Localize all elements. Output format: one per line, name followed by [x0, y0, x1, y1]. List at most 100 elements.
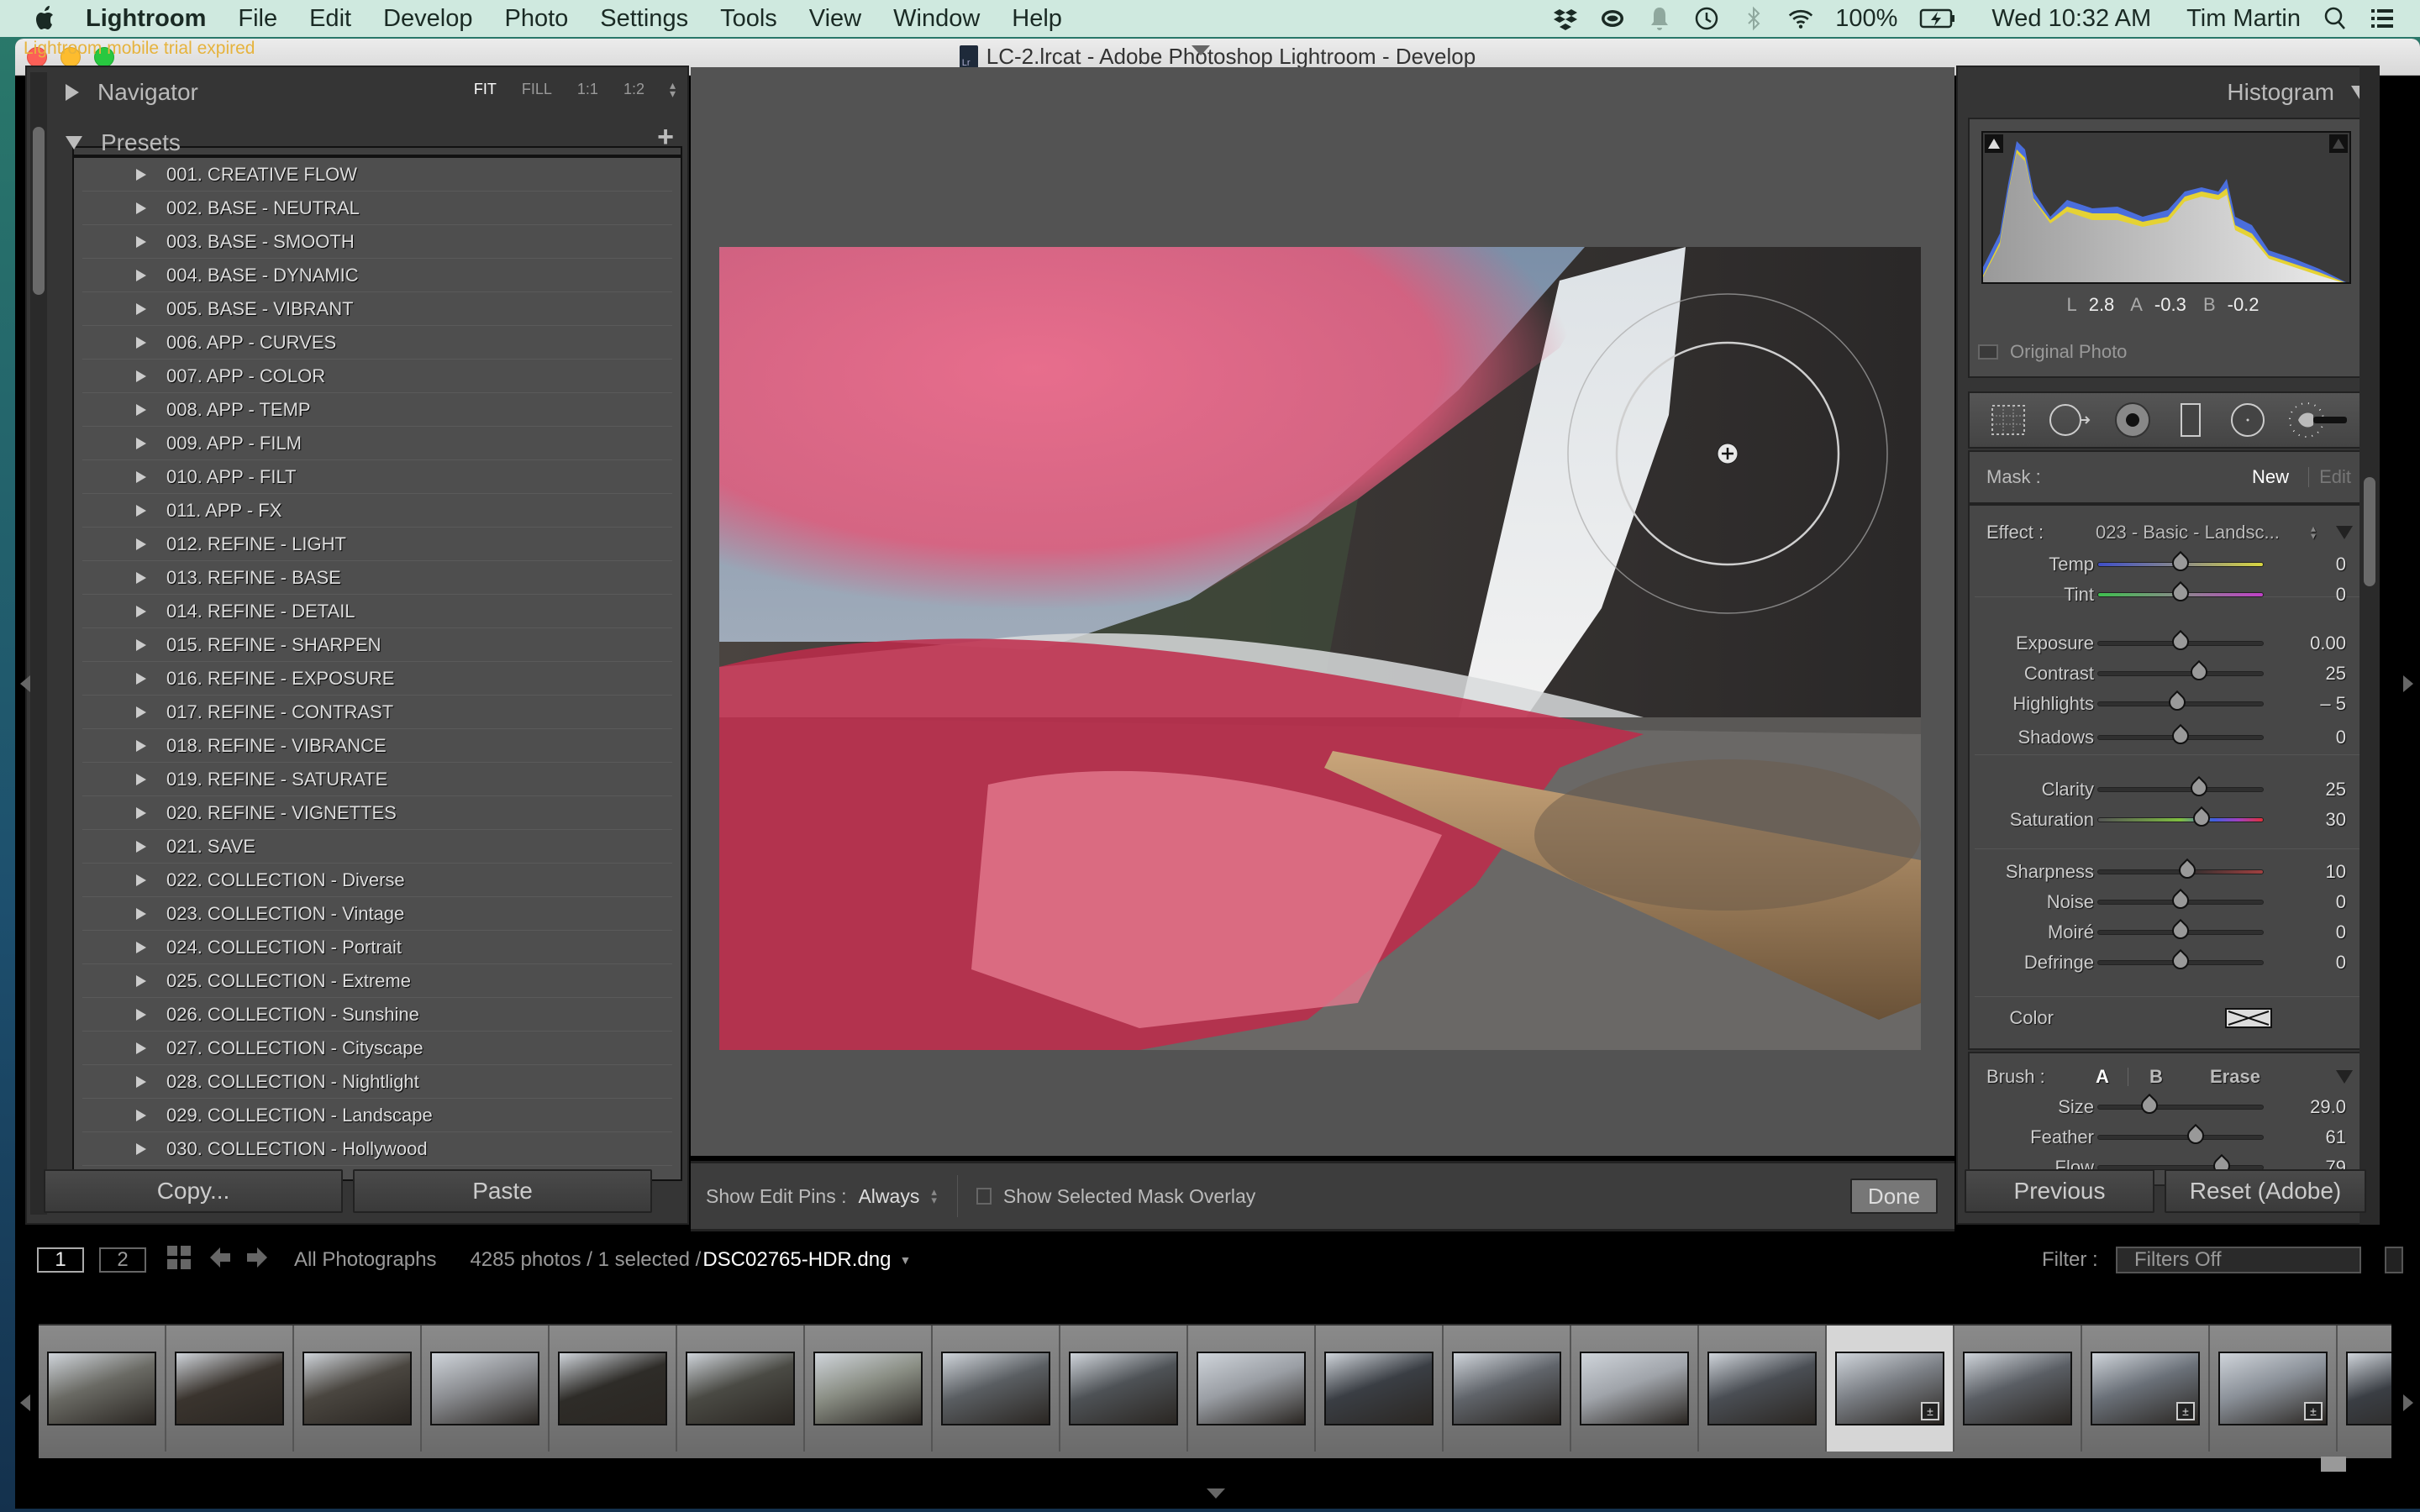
notification-center-icon[interactable]: [2370, 6, 2395, 31]
slider-value[interactable]: – 5: [2320, 693, 2346, 715]
expand-triangle-icon[interactable]: [136, 706, 146, 718]
bottom-panel-toggle-icon[interactable]: [1207, 1488, 1225, 1499]
histogram-graph[interactable]: [1981, 131, 2351, 284]
slider-track[interactable]: [2097, 1093, 2264, 1118]
slider-handle[interactable]: [2168, 918, 2193, 943]
photo-preview[interactable]: [719, 247, 1921, 1050]
expand-triangle-icon[interactable]: [136, 202, 146, 214]
slider-handle[interactable]: [2186, 659, 2211, 685]
preset-item[interactable]: 012. REFINE - LIGHT: [82, 528, 672, 561]
battery-charging-icon[interactable]: [1919, 6, 1956, 31]
expand-triangle-icon[interactable]: [136, 773, 146, 785]
highlight-clipping-toggle[interactable]: [2329, 134, 2348, 153]
slider-handle[interactable]: [2165, 690, 2190, 715]
expand-triangle-icon[interactable]: [136, 336, 146, 349]
filmstrip-scroll-thumb[interactable]: [2321, 1457, 2346, 1472]
slider-handle[interactable]: [2137, 1093, 2161, 1118]
right-panel-toggle-icon[interactable]: [2403, 675, 2413, 692]
presets-header[interactable]: Presets: [66, 129, 181, 156]
time-machine-icon[interactable]: [1694, 6, 1719, 31]
preset-item[interactable]: 005. BASE - VIBRANT: [82, 292, 672, 326]
slider-value[interactable]: 25: [2326, 779, 2346, 801]
expand-triangle-icon[interactable]: [136, 1142, 146, 1155]
slider-handle[interactable]: [2190, 806, 2214, 831]
expand-triangle-icon[interactable]: [136, 672, 146, 685]
expand-triangle-icon[interactable]: [136, 538, 146, 550]
source-label[interactable]: All Photographs: [294, 1248, 436, 1272]
expand-triangle-icon[interactable]: [136, 1008, 146, 1021]
mask-overlay-checkbox[interactable]: [976, 1188, 992, 1205]
slider-track[interactable]: [2097, 580, 2264, 606]
histogram-header[interactable]: Histogram: [2227, 79, 2368, 106]
preset-item[interactable]: 017. REFINE - CONTRAST: [82, 696, 672, 729]
slider-track[interactable]: [2097, 858, 2264, 883]
preset-item[interactable]: 027. COLLECTION - Cityscape: [82, 1032, 672, 1065]
preset-item[interactable]: 018. REFINE - VIBRANCE: [82, 729, 672, 763]
menubar-clock[interactable]: Wed 10:32 AM: [1991, 5, 2151, 33]
preset-item[interactable]: 016. REFINE - EXPOSURE: [82, 662, 672, 696]
copy-button[interactable]: Copy...: [44, 1169, 343, 1213]
filmstrip-thumbnail[interactable]: [805, 1326, 933, 1452]
filmstrip-thumbnail[interactable]: [677, 1326, 805, 1452]
paste-button[interactable]: Paste: [353, 1169, 652, 1213]
expand-triangle-icon[interactable]: [136, 605, 146, 617]
right-panel-scrollbar[interactable]: [2360, 66, 2380, 1225]
filmstrip-thumbnail[interactable]: ±: [2082, 1326, 2210, 1452]
slider-value[interactable]: 0: [2336, 921, 2346, 943]
slider-track[interactable]: [2097, 690, 2264, 715]
menu-app-name[interactable]: Lightroom: [86, 5, 206, 33]
preset-item[interactable]: 009. APP - FILM: [82, 427, 672, 460]
mask-edit-button[interactable]: Edit: [2319, 466, 2351, 488]
expand-triangle-icon[interactable]: [136, 168, 146, 181]
slider-handle[interactable]: [2168, 723, 2193, 748]
preset-item[interactable]: 014. REFINE - DETAIL: [82, 595, 672, 628]
zoom-1-1[interactable]: 1:1: [577, 81, 598, 98]
filmstrip-thumbnail[interactable]: [1571, 1326, 1699, 1452]
secondary-display-button[interactable]: 2: [99, 1247, 146, 1273]
expand-triangle-icon[interactable]: [136, 403, 146, 416]
dropbox-icon[interactable]: [1553, 6, 1578, 31]
preset-item[interactable]: 003. BASE - SMOOTH: [82, 225, 672, 259]
done-button[interactable]: Done: [1850, 1179, 1938, 1214]
filmstrip-thumbnail[interactable]: [166, 1326, 294, 1452]
slider-value[interactable]: 0: [2336, 891, 2346, 913]
preset-item[interactable]: 015. REFINE - SHARPEN: [82, 628, 672, 662]
menu-settings[interactable]: Settings: [600, 5, 688, 33]
effect-preset-select[interactable]: 023 - Basic - Landsc...: [2096, 522, 2280, 543]
expand-triangle-icon[interactable]: [136, 907, 146, 920]
radial-filter-icon[interactable]: [2228, 401, 2268, 439]
slider-value[interactable]: 25: [2326, 663, 2346, 685]
slider-handle[interactable]: [2175, 858, 2199, 883]
forward-arrow-icon[interactable]: [245, 1245, 269, 1276]
effect-stepper-icon[interactable]: ▴ ▾: [2311, 523, 2316, 541]
expand-triangle-icon[interactable]: [136, 269, 146, 281]
slider-value[interactable]: 29.0: [2310, 1096, 2346, 1118]
preset-item[interactable]: 024. COLLECTION - Portrait: [82, 931, 672, 964]
expand-triangle-icon[interactable]: [136, 1075, 146, 1088]
expand-triangle-icon[interactable]: [136, 571, 146, 584]
slider-track[interactable]: [2097, 918, 2264, 943]
filmstrip-thumbnail[interactable]: [294, 1326, 422, 1452]
expand-triangle-icon[interactable]: [136, 370, 146, 382]
creative-cloud-icon[interactable]: [1600, 6, 1625, 31]
slider-track[interactable]: [2097, 806, 2264, 831]
slider-track[interactable]: [2097, 629, 2264, 654]
slider-value[interactable]: 0: [2336, 727, 2346, 748]
navigator-header[interactable]: Navigator: [66, 79, 198, 106]
slider-value[interactable]: 61: [2326, 1126, 2346, 1148]
zoom-fill[interactable]: FILL: [522, 81, 552, 98]
preset-item[interactable]: 023. COLLECTION - Vintage: [82, 897, 672, 931]
preset-item[interactable]: 008. APP - TEMP: [82, 393, 672, 427]
expand-triangle-icon[interactable]: [136, 840, 146, 853]
preset-item[interactable]: 001. CREATIVE FLOW: [82, 158, 672, 192]
edit-pins-select[interactable]: Always: [858, 1185, 919, 1208]
menu-photo[interactable]: Photo: [504, 5, 568, 33]
slider-track[interactable]: [2097, 948, 2264, 974]
preset-item[interactable]: 028. COLLECTION - Nightlight: [82, 1065, 672, 1099]
slider-handle[interactable]: [2183, 1123, 2207, 1148]
color-swatch[interactable]: [2225, 1008, 2272, 1028]
photo-canvas[interactable]: [691, 67, 1954, 1156]
preset-item[interactable]: 013. REFINE - BASE: [82, 561, 672, 595]
mask-overlay-label[interactable]: Show Selected Mask Overlay: [1003, 1185, 1255, 1208]
slider-track[interactable]: [2097, 723, 2264, 748]
